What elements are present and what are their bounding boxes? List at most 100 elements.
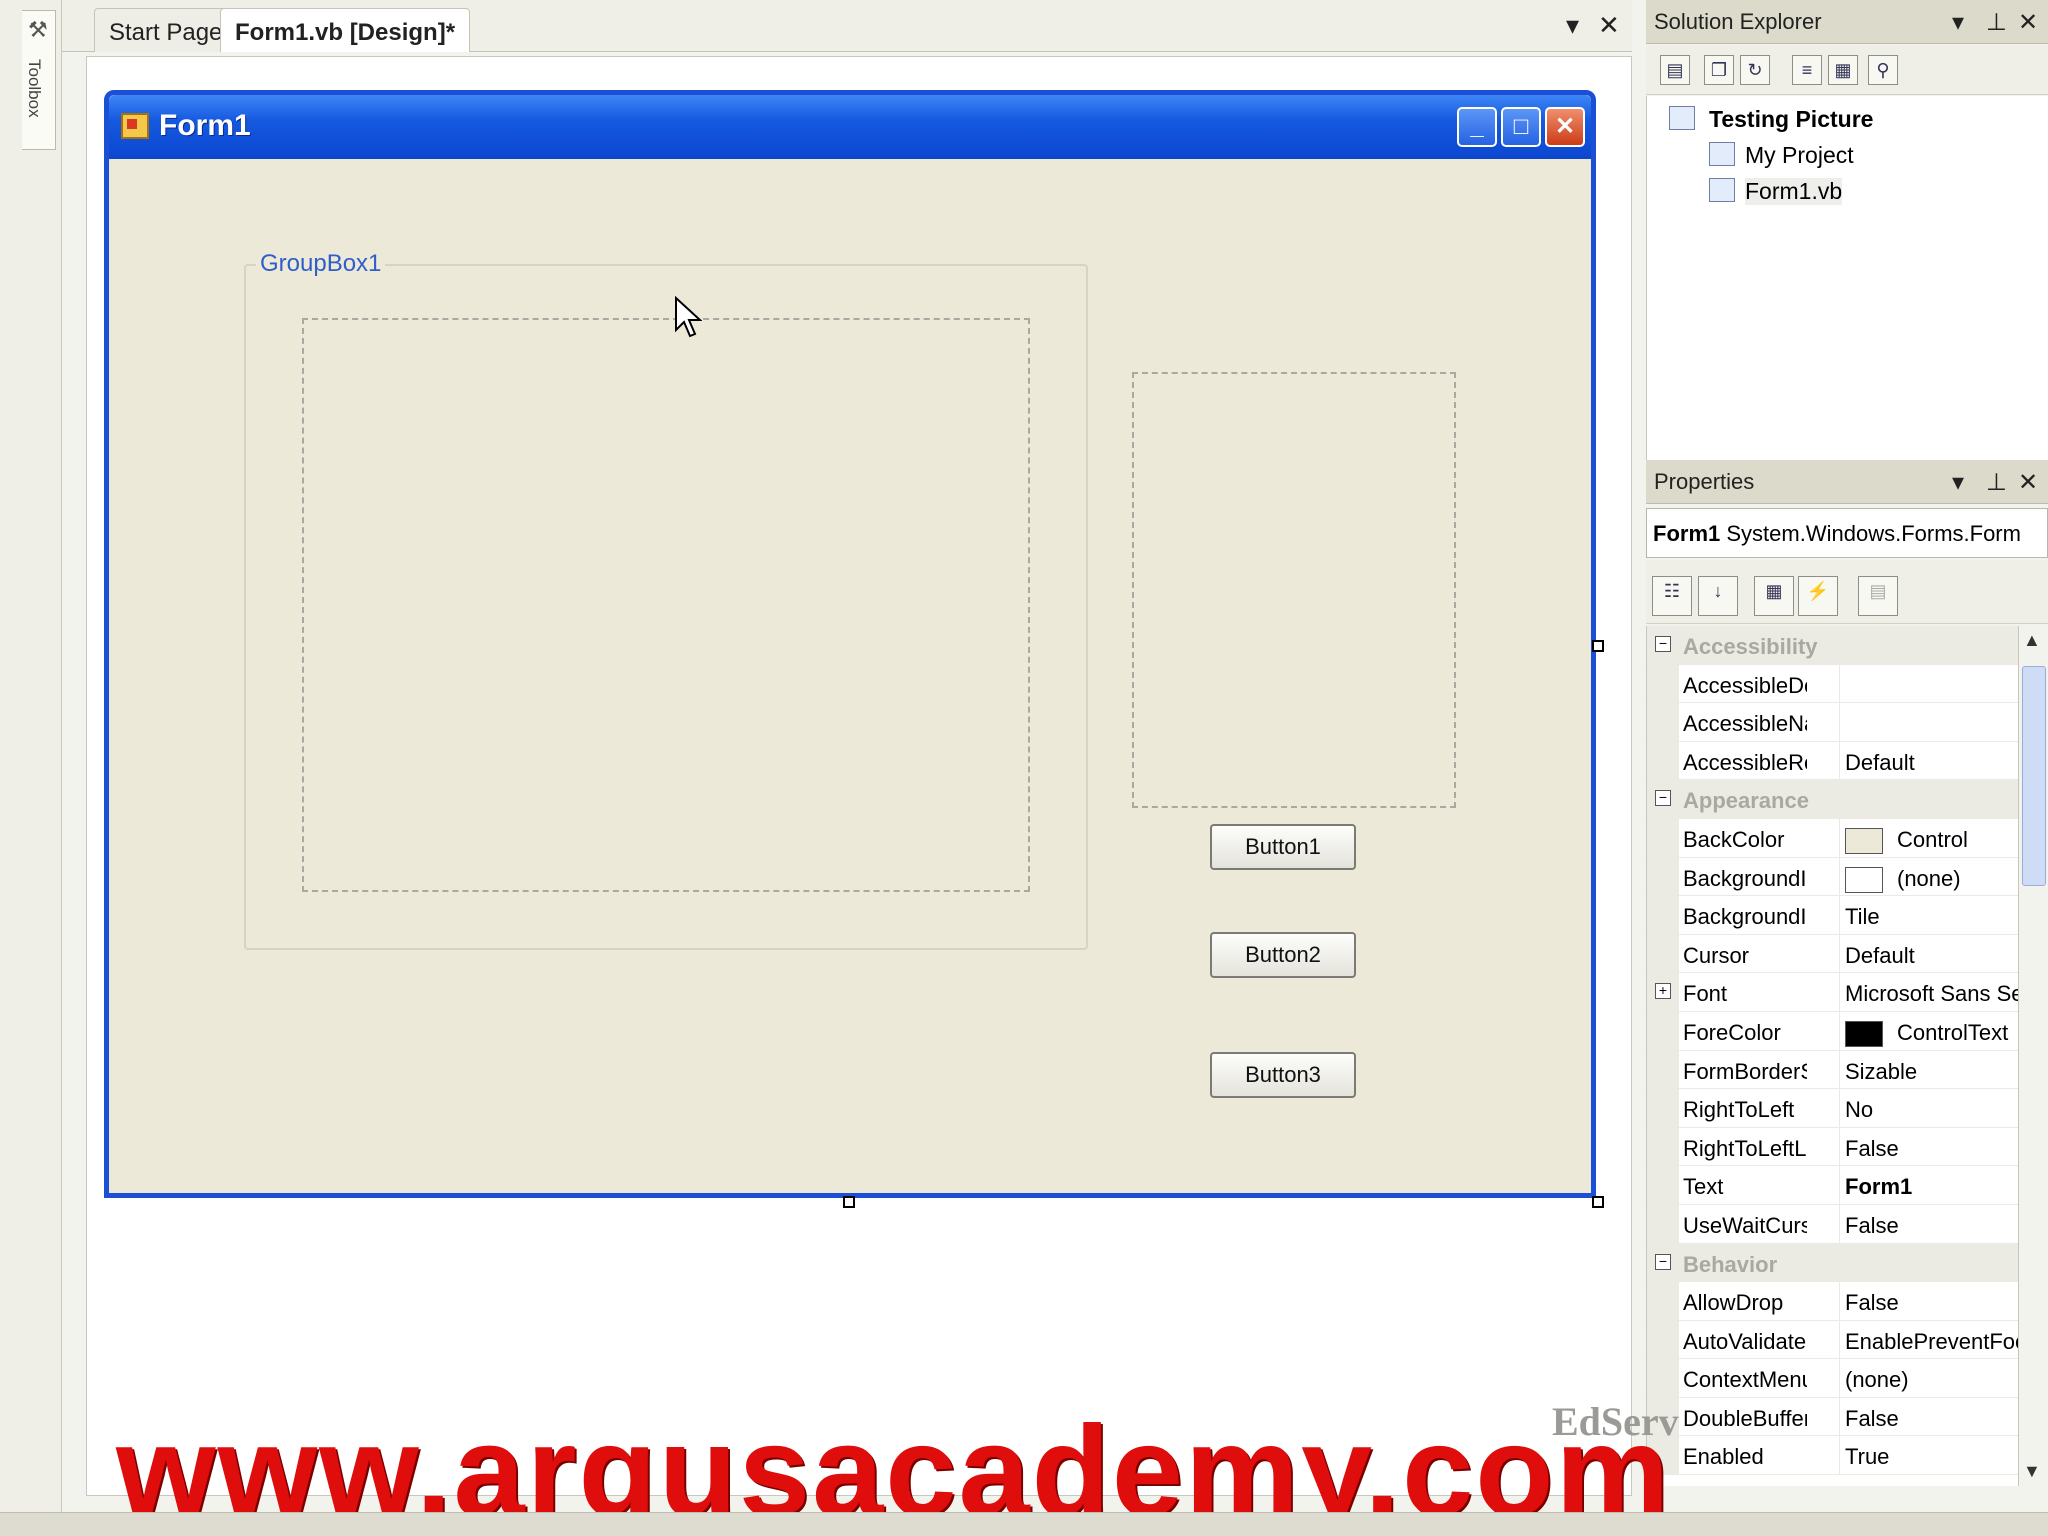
property-row[interactable]: BackgroundImag Tile <box>1647 896 2018 935</box>
property-value[interactable]: False <box>1845 1136 1899 1162</box>
column-divider <box>1839 934 1840 973</box>
property-value[interactable]: True <box>1845 1444 1889 1470</box>
expand-icon[interactable]: + <box>1655 983 1671 1000</box>
button3[interactable]: Button3 <box>1210 1052 1356 1098</box>
property-row[interactable]: AccessibleDescri <box>1647 664 2018 704</box>
property-row[interactable]: BackgroundImag (none) <box>1647 857 2018 897</box>
property-row[interactable]: ForeColor ControlText <box>1647 1011 2018 1051</box>
groupbox-label: GroupBox1 <box>256 250 386 278</box>
property-row[interactable]: Text Form1 <box>1647 1166 2018 1205</box>
property-row[interactable]: ContextMenuStr (none) <box>1647 1359 2018 1398</box>
close-icon[interactable]: ✕ <box>1545 107 1585 147</box>
properties-scrollbar[interactable]: ▲ ▼ <box>2018 626 2048 1486</box>
property-row[interactable]: RightToLeft No <box>1647 1089 2018 1128</box>
property-row[interactable]: AutoValidate EnablePreventFoc <box>1647 1320 2018 1360</box>
property-category[interactable]: − Appearance <box>1647 780 2018 819</box>
my-project-icon <box>1709 142 1735 166</box>
minimize-icon[interactable]: _ <box>1457 107 1497 147</box>
tree-item-project[interactable]: Testing Picture <box>1709 106 1873 133</box>
collapse-icon[interactable]: − <box>1655 1253 1671 1270</box>
scroll-down-icon[interactable]: ▼ <box>2023 1461 2041 1482</box>
tab-form1-design[interactable]: Form1.vb [Design]* <box>220 8 471 52</box>
properties-title: Properties <box>1654 469 1755 494</box>
mouse-cursor-icon <box>675 296 702 338</box>
property-row[interactable]: + Font Microsoft Sans Se <box>1647 973 2018 1012</box>
properties-toolbar: ☷ ↓ ▦ ⚡ ▤ <box>1646 560 2048 624</box>
property-value[interactable]: (none) <box>1845 866 1961 893</box>
object-type: System.Windows.Forms.Form <box>1726 521 2021 546</box>
row-gutter <box>1647 1359 1679 1397</box>
pin-icon[interactable]: ⊥ <box>1986 468 2007 497</box>
view-code-icon[interactable]: ≡ <box>1792 55 1822 85</box>
property-pages-icon[interactable]: ▤ <box>1858 576 1898 616</box>
properties-icon[interactable]: ▤ <box>1660 55 1690 85</box>
view-designer-icon[interactable]: ▦ <box>1828 55 1858 85</box>
solution-explorer-tree: Testing Picture My Project Form1.vb <box>1646 96 2048 460</box>
picturebox-2[interactable] <box>1132 372 1456 808</box>
tree-item-my-project[interactable]: My Project <box>1745 142 1854 169</box>
property-row[interactable]: AccessibleName <box>1647 703 2018 742</box>
property-row[interactable]: DoubleBuffered False <box>1647 1397 2018 1437</box>
property-value[interactable]: False <box>1845 1213 1899 1239</box>
property-name: AccessibleDescri <box>1683 672 1807 698</box>
pin-icon[interactable]: ⊥ <box>1986 8 2007 37</box>
property-category[interactable]: − Behavior <box>1647 1243 2018 1283</box>
scroll-thumb[interactable] <box>2022 666 2046 886</box>
property-row[interactable]: Cursor Default <box>1647 934 2018 974</box>
refresh-icon[interactable]: ↻ <box>1740 55 1770 85</box>
tab-start-page[interactable]: Start Page <box>94 8 238 52</box>
properties-view-icon[interactable]: ▦ <box>1754 576 1794 616</box>
resize-handle-corner[interactable] <box>1592 1196 1604 1208</box>
form-titlebar[interactable]: Form1 _ □ ✕ <box>109 95 1591 159</box>
tab-dropdown-icon[interactable]: ▾ <box>1566 10 1579 41</box>
alphabetical-icon[interactable]: ↓ <box>1698 576 1738 616</box>
scroll-up-icon[interactable]: ▲ <box>2023 630 2041 651</box>
property-value[interactable]: Default <box>1845 943 1915 969</box>
column-divider <box>1839 1282 1840 1320</box>
close-icon[interactable]: ✕ <box>2018 468 2038 497</box>
property-name: BackColor <box>1683 826 1785 852</box>
toolbox-tab[interactable]: ⚒ Toolbox <box>22 10 56 150</box>
property-row[interactable]: UseWaitCursor False <box>1647 1204 2018 1244</box>
property-row[interactable]: BackColor Control <box>1647 818 2018 858</box>
property-row[interactable]: Enabled True <box>1647 1436 2018 1476</box>
property-row[interactable]: AccessibleRole Default <box>1647 741 2018 781</box>
property-value[interactable]: (none) <box>1845 1367 1909 1393</box>
property-value[interactable]: False <box>1845 1290 1899 1316</box>
button1[interactable]: Button1 <box>1210 824 1356 870</box>
maximize-icon[interactable]: □ <box>1501 107 1541 147</box>
property-value[interactable]: No <box>1845 1097 1873 1123</box>
property-value[interactable]: Tile <box>1845 904 1880 930</box>
color-swatch <box>1845 1021 1883 1048</box>
class-diagram-icon[interactable]: ⚲ <box>1868 55 1898 85</box>
show-all-files-icon[interactable]: ❐ <box>1704 55 1734 85</box>
property-value[interactable]: Control <box>1845 827 1968 855</box>
categorized-icon[interactable]: ☷ <box>1652 576 1692 616</box>
property-value[interactable]: Form1 <box>1845 1174 1912 1200</box>
property-row[interactable]: AllowDrop False <box>1647 1282 2018 1321</box>
property-category[interactable]: − Accessibility <box>1647 626 2018 665</box>
properties-object-selector[interactable]: Form1 System.Windows.Forms.Form <box>1646 508 2048 558</box>
button2[interactable]: Button2 <box>1210 932 1356 978</box>
property-value[interactable]: EnablePreventFoc <box>1845 1329 2018 1355</box>
property-row[interactable]: RightToLeftLayo False <box>1647 1127 2018 1167</box>
property-value[interactable]: Microsoft Sans Se <box>1845 981 2018 1007</box>
resize-handle-bottom[interactable] <box>843 1196 855 1208</box>
property-value[interactable]: Default <box>1845 750 1915 776</box>
resize-handle-right[interactable] <box>1592 640 1604 652</box>
close-icon[interactable]: ✕ <box>2018 8 2038 37</box>
row-gutter <box>1647 818 1679 857</box>
picturebox-1[interactable] <box>302 318 1030 892</box>
property-row[interactable]: FormBorderStyle Sizable <box>1647 1050 2018 1090</box>
dropdown-icon[interactable]: ▾ <box>1952 468 1964 497</box>
property-value[interactable]: ControlText <box>1845 1020 2008 1048</box>
collapse-icon[interactable]: − <box>1655 636 1671 652</box>
events-icon[interactable]: ⚡ <box>1798 576 1838 616</box>
property-value[interactable]: Sizable <box>1845 1059 1917 1085</box>
collapse-icon[interactable]: − <box>1655 790 1671 807</box>
dropdown-icon[interactable]: ▾ <box>1952 8 1964 37</box>
property-value[interactable]: False <box>1845 1406 1899 1432</box>
tree-item-form1[interactable]: Form1.vb <box>1745 178 1843 205</box>
color-swatch <box>1845 866 1883 893</box>
close-document-icon[interactable]: ✕ <box>1598 10 1620 41</box>
